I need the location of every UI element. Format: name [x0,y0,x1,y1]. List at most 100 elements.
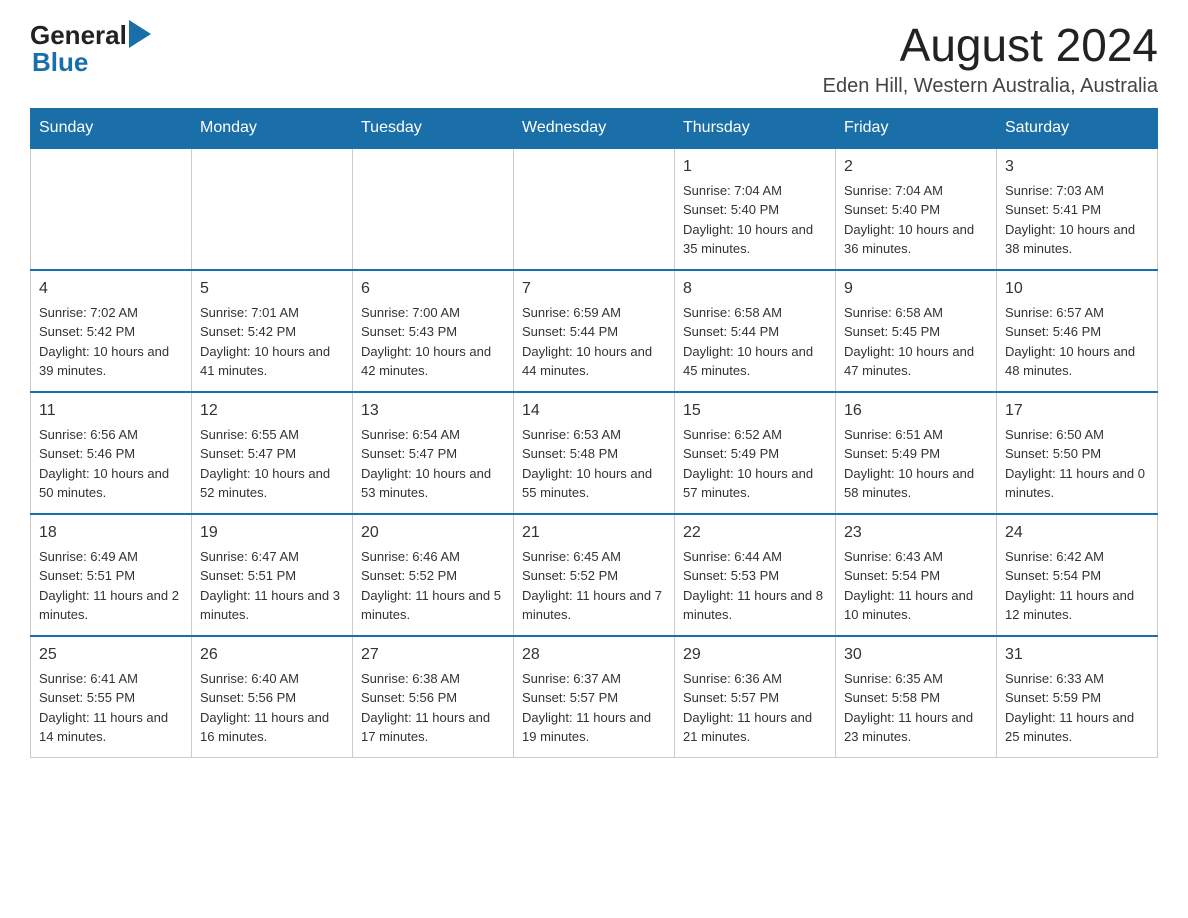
sunrise-text: Sunrise: 6:58 AM [683,303,827,323]
day-number: 9 [844,277,988,301]
sunrise-text: Sunrise: 7:04 AM [683,181,827,201]
daylight-text: Daylight: 11 hours and 23 minutes. [844,708,988,747]
sunrise-text: Sunrise: 6:43 AM [844,547,988,567]
calendar-cell: 25Sunrise: 6:41 AMSunset: 5:55 PMDayligh… [31,636,192,758]
sunrise-text: Sunrise: 6:47 AM [200,547,344,567]
day-number: 10 [1005,277,1149,301]
sunrise-text: Sunrise: 6:57 AM [1005,303,1149,323]
daylight-text: Daylight: 11 hours and 8 minutes. [683,586,827,625]
sunset-text: Sunset: 5:57 PM [683,688,827,708]
day-number: 25 [39,643,183,667]
sunrise-text: Sunrise: 6:58 AM [844,303,988,323]
daylight-text: Daylight: 10 hours and 38 minutes. [1005,220,1149,259]
day-number: 26 [200,643,344,667]
calendar-cell: 2Sunrise: 7:04 AMSunset: 5:40 PMDaylight… [836,148,997,270]
sunrise-text: Sunrise: 6:33 AM [1005,669,1149,689]
calendar-week-row: 11Sunrise: 6:56 AMSunset: 5:46 PMDayligh… [31,392,1158,514]
calendar-cell: 28Sunrise: 6:37 AMSunset: 5:57 PMDayligh… [514,636,675,758]
sunset-text: Sunset: 5:53 PM [683,566,827,586]
calendar-cell: 30Sunrise: 6:35 AMSunset: 5:58 PMDayligh… [836,636,997,758]
calendar-cell [353,148,514,270]
sunset-text: Sunset: 5:51 PM [200,566,344,586]
sunset-text: Sunset: 5:42 PM [39,322,183,342]
sunset-text: Sunset: 5:52 PM [522,566,666,586]
daylight-text: Daylight: 11 hours and 2 minutes. [39,586,183,625]
sunrise-text: Sunrise: 6:45 AM [522,547,666,567]
sunrise-text: Sunrise: 7:04 AM [844,181,988,201]
calendar-cell: 21Sunrise: 6:45 AMSunset: 5:52 PMDayligh… [514,514,675,636]
col-wednesday: Wednesday [514,108,675,148]
calendar-cell: 29Sunrise: 6:36 AMSunset: 5:57 PMDayligh… [675,636,836,758]
day-number: 19 [200,521,344,545]
sunset-text: Sunset: 5:48 PM [522,444,666,464]
calendar-cell: 3Sunrise: 7:03 AMSunset: 5:41 PMDaylight… [997,148,1158,270]
calendar-week-row: 1Sunrise: 7:04 AMSunset: 5:40 PMDaylight… [31,148,1158,270]
sunset-text: Sunset: 5:49 PM [683,444,827,464]
daylight-text: Daylight: 11 hours and 21 minutes. [683,708,827,747]
sunset-text: Sunset: 5:54 PM [844,566,988,586]
sunrise-text: Sunrise: 6:51 AM [844,425,988,445]
location-subtitle: Eden Hill, Western Australia, Australia [823,75,1158,98]
daylight-text: Daylight: 11 hours and 10 minutes. [844,586,988,625]
calendar-week-row: 4Sunrise: 7:02 AMSunset: 5:42 PMDaylight… [31,270,1158,392]
sunset-text: Sunset: 5:46 PM [1005,322,1149,342]
sunset-text: Sunset: 5:40 PM [844,200,988,220]
day-number: 11 [39,399,183,423]
sunset-text: Sunset: 5:42 PM [200,322,344,342]
calendar-header-row: Sunday Monday Tuesday Wednesday Thursday… [31,108,1158,148]
sunset-text: Sunset: 5:45 PM [844,322,988,342]
sunrise-text: Sunrise: 6:44 AM [683,547,827,567]
daylight-text: Daylight: 10 hours and 57 minutes. [683,464,827,503]
sunrise-text: Sunrise: 6:37 AM [522,669,666,689]
daylight-text: Daylight: 10 hours and 45 minutes. [683,342,827,381]
calendar-week-row: 25Sunrise: 6:41 AMSunset: 5:55 PMDayligh… [31,636,1158,758]
sunrise-text: Sunrise: 6:46 AM [361,547,505,567]
day-number: 29 [683,643,827,667]
day-number: 15 [683,399,827,423]
daylight-text: Daylight: 11 hours and 3 minutes. [200,586,344,625]
calendar-cell [31,148,192,270]
daylight-text: Daylight: 10 hours and 36 minutes. [844,220,988,259]
page-header: General Blue August 2024 Eden Hill, West… [30,20,1158,98]
day-number: 17 [1005,399,1149,423]
sunset-text: Sunset: 5:43 PM [361,322,505,342]
day-number: 8 [683,277,827,301]
sunrise-text: Sunrise: 6:52 AM [683,425,827,445]
sunset-text: Sunset: 5:58 PM [844,688,988,708]
calendar-cell: 12Sunrise: 6:55 AMSunset: 5:47 PMDayligh… [192,392,353,514]
col-friday: Friday [836,108,997,148]
sunrise-text: Sunrise: 6:54 AM [361,425,505,445]
sunrise-text: Sunrise: 6:41 AM [39,669,183,689]
daylight-text: Daylight: 10 hours and 44 minutes. [522,342,666,381]
calendar-cell: 14Sunrise: 6:53 AMSunset: 5:48 PMDayligh… [514,392,675,514]
title-block: August 2024 Eden Hill, Western Australia… [823,20,1158,98]
day-number: 31 [1005,643,1149,667]
daylight-text: Daylight: 10 hours and 52 minutes. [200,464,344,503]
sunset-text: Sunset: 5:47 PM [200,444,344,464]
sunrise-text: Sunrise: 6:42 AM [1005,547,1149,567]
sunrise-text: Sunrise: 7:02 AM [39,303,183,323]
calendar-cell: 9Sunrise: 6:58 AMSunset: 5:45 PMDaylight… [836,270,997,392]
calendar-cell: 5Sunrise: 7:01 AMSunset: 5:42 PMDaylight… [192,270,353,392]
day-number: 21 [522,521,666,545]
sunrise-text: Sunrise: 6:59 AM [522,303,666,323]
sunrise-text: Sunrise: 7:03 AM [1005,181,1149,201]
day-number: 14 [522,399,666,423]
sunset-text: Sunset: 5:50 PM [1005,444,1149,464]
day-number: 12 [200,399,344,423]
daylight-text: Daylight: 11 hours and 16 minutes. [200,708,344,747]
sunset-text: Sunset: 5:49 PM [844,444,988,464]
sunrise-text: Sunrise: 6:55 AM [200,425,344,445]
calendar-cell [514,148,675,270]
calendar-cell [192,148,353,270]
calendar-cell: 24Sunrise: 6:42 AMSunset: 5:54 PMDayligh… [997,514,1158,636]
day-number: 28 [522,643,666,667]
day-number: 3 [1005,155,1149,179]
sunset-text: Sunset: 5:47 PM [361,444,505,464]
sunset-text: Sunset: 5:41 PM [1005,200,1149,220]
calendar-cell: 11Sunrise: 6:56 AMSunset: 5:46 PMDayligh… [31,392,192,514]
day-number: 6 [361,277,505,301]
sunset-text: Sunset: 5:57 PM [522,688,666,708]
daylight-text: Daylight: 10 hours and 53 minutes. [361,464,505,503]
calendar-cell: 26Sunrise: 6:40 AMSunset: 5:56 PMDayligh… [192,636,353,758]
